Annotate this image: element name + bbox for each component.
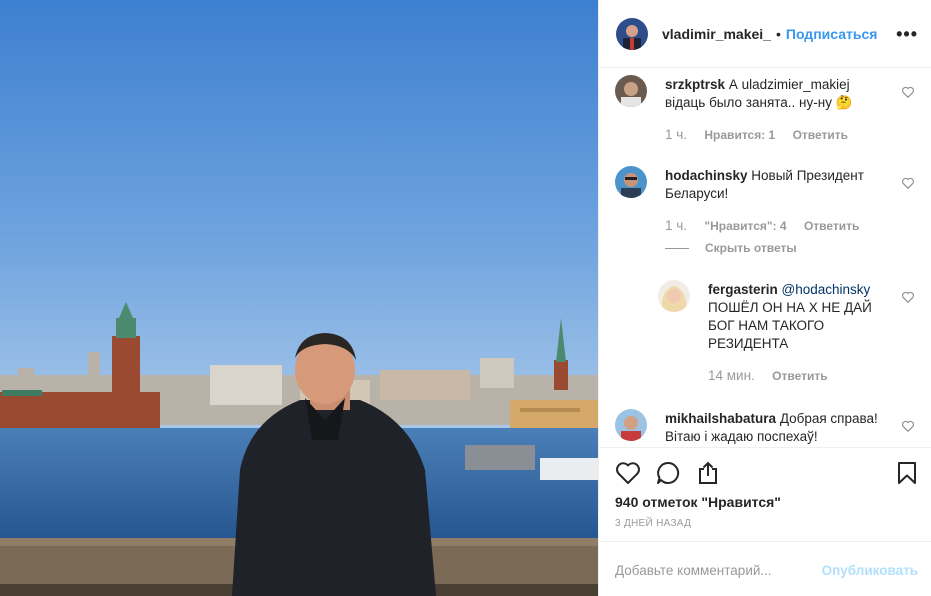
comment-bubble-icon[interactable] [655,460,681,486]
author-avatar[interactable] [616,17,648,50]
commenter-avatar-image [615,75,647,107]
author-username[interactable]: vladimir_makei_ [662,26,771,42]
comment-username[interactable]: hodachinsky [665,168,748,183]
comments-list[interactable]: srzkptrsk А uladzimier_makiej відаць был… [599,69,931,447]
like-comment-icon[interactable] [901,176,915,190]
comment-likes[interactable]: Нравится: 1 [704,128,775,142]
comment-text: mikhailshabatura Добрая справа! Вітаю і … [665,410,885,446]
comment-text: hodachinsky Новый Президент Беларуси! [665,167,885,203]
comment-username[interactable]: mikhailshabatura [665,411,776,426]
commenter-avatar-image [658,280,690,312]
like-comment-icon[interactable] [901,85,915,99]
post-header: vladimir_makei_ • Подписаться ••• [599,0,931,68]
commenter-avatar-image [615,166,647,198]
comment-text: srzkptrsk А uladzimier_makiej відаць был… [665,76,885,112]
commenter-avatar-image [615,409,647,441]
hide-replies-label: Скрыть ответы [705,241,797,255]
comment-content: ПОШЁЛ ОН НА Х НЕ ДАЙ БОГ НАМ ТАКОГО РЕЗИ… [708,300,872,351]
commenter-avatar[interactable] [615,409,647,441]
author-avatar-image [616,17,648,50]
share-icon[interactable] [695,460,721,486]
comment-meta: 14 мин. Ответить [708,368,828,383]
comment-item: mikhailshabatura Добрая справа! Вітаю і … [615,409,915,447]
commenter-avatar[interactable] [615,75,647,107]
post-details-panel: vladimir_makei_ • Подписаться ••• srzkpt… [598,0,931,596]
comment-likes[interactable]: "Нравится": 4 [704,219,786,233]
header-separator: • [775,25,781,42]
more-options-icon[interactable]: ••• [896,24,918,45]
comment-username[interactable]: fergasterin [708,282,778,297]
comment-mention[interactable]: @hodachinsky [782,282,871,297]
commenter-avatar[interactable] [615,166,647,198]
reply-button[interactable]: Ответить [772,369,827,383]
hide-replies-button[interactable]: Скрыть ответы [665,241,797,255]
like-heart-icon[interactable] [615,460,641,486]
bookmark-icon[interactable] [894,460,920,486]
reply-button[interactable]: Ответить [793,128,848,142]
like-comment-icon[interactable] [901,290,915,304]
reply-button[interactable]: Ответить [804,219,859,233]
reply-item: fergasterin @hodachinsky ПОШЁЛ ОН НА Х Н… [658,280,915,390]
comment-time[interactable]: 1 ч. [665,127,687,142]
comment-item: srzkptrsk А uladzimier_makiej відаць был… [615,75,915,155]
comment-time[interactable]: 14 мин. [708,368,755,383]
comment-time[interactable]: 1 ч. [665,218,687,233]
like-comment-icon[interactable] [901,419,915,433]
follow-button[interactable]: Подписаться [786,26,878,42]
comment-text: fergasterin @hodachinsky ПОШЁЛ ОН НА Х Н… [708,281,878,353]
likes-count[interactable]: 940 отметок "Нравится" [615,494,781,510]
comment-meta: 1 ч. Нравится: 1 Ответить [665,127,848,142]
commenter-avatar[interactable] [658,280,690,312]
post-date[interactable]: 3 ДНЕЙ НАЗАД [615,518,691,529]
comment-username[interactable]: srzkptrsk [665,77,725,92]
comment-meta: 1 ч. "Нравится": 4 Ответить [665,218,859,233]
add-comment-bar: Добавьте комментарий... Опубликовать [599,541,931,596]
hide-replies-line [665,247,689,249]
post-photo[interactable] [0,0,598,596]
photo-canvas [0,0,598,596]
comment-input[interactable]: Добавьте комментарий... [615,563,772,578]
publish-button[interactable]: Опубликовать [822,563,918,578]
